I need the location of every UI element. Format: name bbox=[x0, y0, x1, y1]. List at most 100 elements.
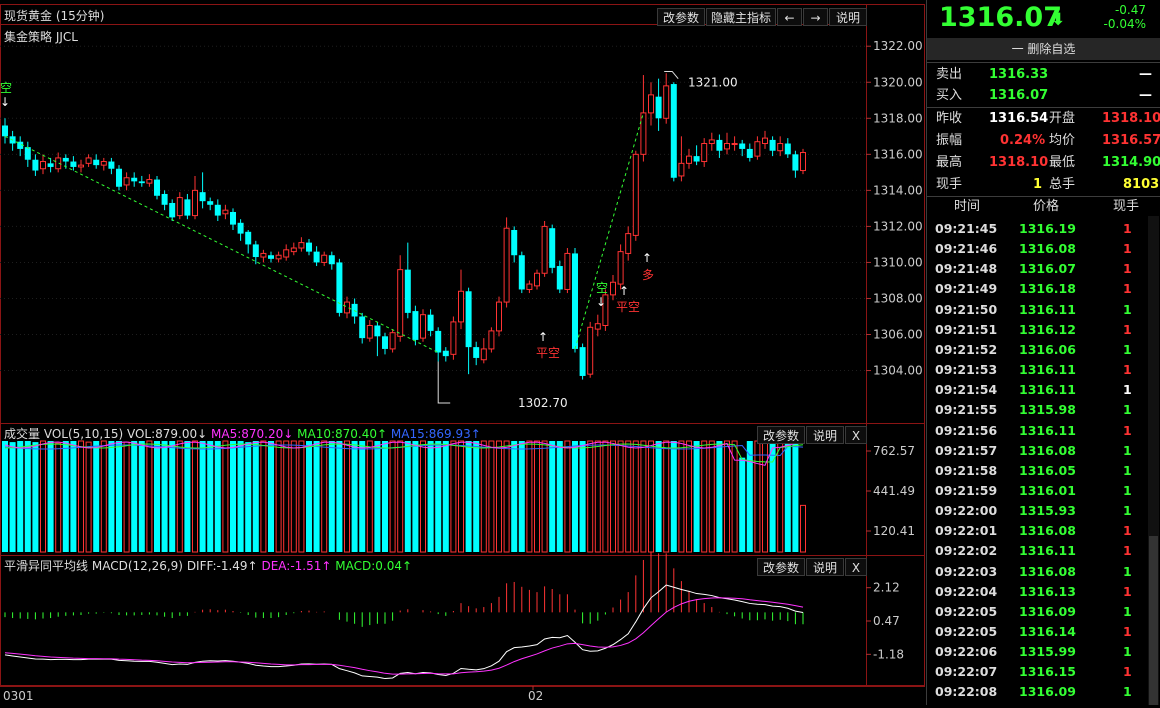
macd-close-button[interactable]: X bbox=[845, 558, 867, 576]
candle-body-up bbox=[526, 283, 533, 290]
strategy-label: 集金策略 JJCL bbox=[4, 30, 78, 44]
volume-bar-down bbox=[442, 441, 449, 552]
volume-name: 成交量 bbox=[4, 427, 41, 441]
high-price-label: 1321.00 bbox=[688, 75, 738, 89]
candle-body-up bbox=[85, 157, 92, 164]
volume-bar-down bbox=[427, 441, 434, 552]
tick-qty: 1 bbox=[1123, 341, 1132, 357]
high-label: 最高 bbox=[936, 155, 963, 170]
candle-body-down bbox=[572, 253, 578, 349]
volume-bar-up bbox=[632, 440, 639, 553]
volume-bar-up bbox=[610, 440, 616, 553]
volume-bar-up bbox=[625, 440, 632, 553]
candle-body-up bbox=[389, 332, 396, 350]
tick-price: 1316.08 bbox=[1019, 523, 1076, 539]
tick-price: 1316.13 bbox=[1019, 583, 1076, 599]
tick-qty: 1 bbox=[1123, 422, 1132, 438]
tick-qty: 1 bbox=[1123, 664, 1132, 680]
candle-body-down bbox=[138, 181, 145, 184]
volume-bar-up bbox=[283, 440, 290, 553]
tick-row: 09:22:08 1316.09 1 bbox=[927, 681, 1139, 702]
volume-bar-down bbox=[465, 441, 472, 552]
volume-bar-up bbox=[526, 440, 533, 553]
scroll-thumb[interactable] bbox=[1149, 536, 1158, 705]
arrow-down-icon: ⬇ bbox=[1051, 10, 1066, 30]
volume-axis-label: 762.57 bbox=[873, 444, 915, 458]
price-axis-label: 1322.00 bbox=[873, 39, 923, 53]
candle-body-down bbox=[746, 148, 753, 158]
candle-body-up bbox=[458, 290, 464, 323]
chart-area[interactable]: 1322.00 1320.00 1318.00 1316.00 1314.00 1312.… bbox=[0, 0, 926, 705]
help-button[interactable]: 说明 bbox=[829, 8, 867, 26]
volume-bar-down bbox=[207, 441, 214, 552]
volume-bar-up bbox=[800, 504, 806, 553]
volume-bar-down bbox=[47, 441, 54, 552]
tick-qty: 1 bbox=[1123, 603, 1132, 619]
volume-close-button[interactable]: X bbox=[845, 426, 867, 444]
volume-bar-down bbox=[138, 441, 145, 552]
long-signal-label: 多 bbox=[642, 268, 654, 282]
volume-bar-down bbox=[2, 441, 8, 552]
tick-price: 1316.09 bbox=[1019, 603, 1076, 619]
candle-body-up bbox=[731, 143, 738, 146]
volume-bar-down bbox=[359, 441, 366, 552]
volume-bar-up bbox=[450, 440, 457, 553]
tick-row: 09:22:04 1316.13 1 bbox=[927, 581, 1139, 602]
sell-label: 卖出 bbox=[936, 67, 963, 82]
candle-body-up bbox=[648, 94, 654, 114]
candle-body-down bbox=[93, 159, 100, 166]
volume-bar-up bbox=[564, 440, 571, 553]
candle-body-up bbox=[283, 249, 290, 258]
trend-line bbox=[4, 135, 439, 353]
volume-bar-down bbox=[404, 441, 411, 552]
candle-body-down bbox=[549, 228, 556, 268]
tick-row: 09:21:49 1316.18 1 bbox=[927, 278, 1139, 299]
candle-body-up bbox=[222, 209, 229, 215]
tick-price: 1316.19 bbox=[1019, 221, 1076, 236]
macd-edit-params-button[interactable]: 改参数 bbox=[757, 558, 805, 576]
volume-bar-down bbox=[154, 441, 160, 552]
candle-body-down bbox=[169, 202, 176, 218]
flat-short-signal-label: 平空 bbox=[536, 346, 560, 360]
tick-time: 09:22:06 bbox=[935, 644, 998, 660]
volume-bar-up bbox=[503, 440, 510, 553]
volume-edit-params-button[interactable]: 改参数 bbox=[757, 426, 805, 444]
volume-help-button[interactable]: 说明 bbox=[806, 426, 844, 444]
tick-row: 09:21:57 1316.08 1 bbox=[927, 440, 1139, 461]
tick-price: 1316.06 bbox=[1019, 341, 1076, 357]
candle-body-up bbox=[480, 348, 487, 361]
candle-body-down bbox=[116, 168, 122, 187]
candle-body-down bbox=[237, 222, 244, 234]
price-axis-label: 1308.00 bbox=[873, 291, 923, 305]
price-axis-label: 1320.00 bbox=[873, 75, 923, 89]
tick-price: 1316.11 bbox=[1019, 382, 1076, 398]
arrow-down-icon: ↓ bbox=[0, 95, 10, 109]
candle-body-down bbox=[382, 336, 388, 349]
remove-favorite-button[interactable]: 一 删除自选 bbox=[927, 38, 1160, 60]
hide-main-indicator-button[interactable]: 隐藏主指标 bbox=[706, 8, 776, 26]
tick-scrollbar[interactable] bbox=[1148, 216, 1159, 705]
volume-bar-up bbox=[100, 440, 107, 553]
volume-bar-up bbox=[420, 440, 426, 553]
edit-params-button[interactable]: 改参数 bbox=[657, 8, 705, 26]
arrow-up-icon: ↑ bbox=[538, 330, 548, 344]
volume-bar-down bbox=[412, 441, 419, 552]
volume-bar-up bbox=[321, 440, 328, 553]
volume-bar-up bbox=[123, 441, 130, 553]
macd-help-button[interactable]: 说明 bbox=[806, 558, 844, 576]
candle-body-up bbox=[397, 269, 404, 337]
short-signal-label: 空 bbox=[0, 81, 12, 95]
candle-body-down bbox=[792, 154, 799, 171]
candle-body-up bbox=[192, 189, 198, 217]
macd-name: 平滑异同平均线 bbox=[4, 559, 89, 573]
tick-qty: 1 bbox=[1123, 261, 1132, 277]
arrow-right-button[interactable]: → bbox=[803, 8, 828, 26]
arrow-left-button[interactable]: ← bbox=[777, 8, 802, 26]
candle-body-down bbox=[230, 211, 236, 225]
candle-body-up bbox=[420, 314, 426, 339]
kline-chart-svg[interactable]: 1322.00 1320.00 1318.00 1316.00 1314.00 1312.… bbox=[0, 0, 926, 705]
tick-time: 09:21:53 bbox=[935, 362, 998, 378]
tick-time: 09:22:05 bbox=[935, 624, 998, 639]
candle-body-down bbox=[473, 347, 480, 358]
volume-ma10: MA10:870.40↑ bbox=[297, 427, 388, 441]
